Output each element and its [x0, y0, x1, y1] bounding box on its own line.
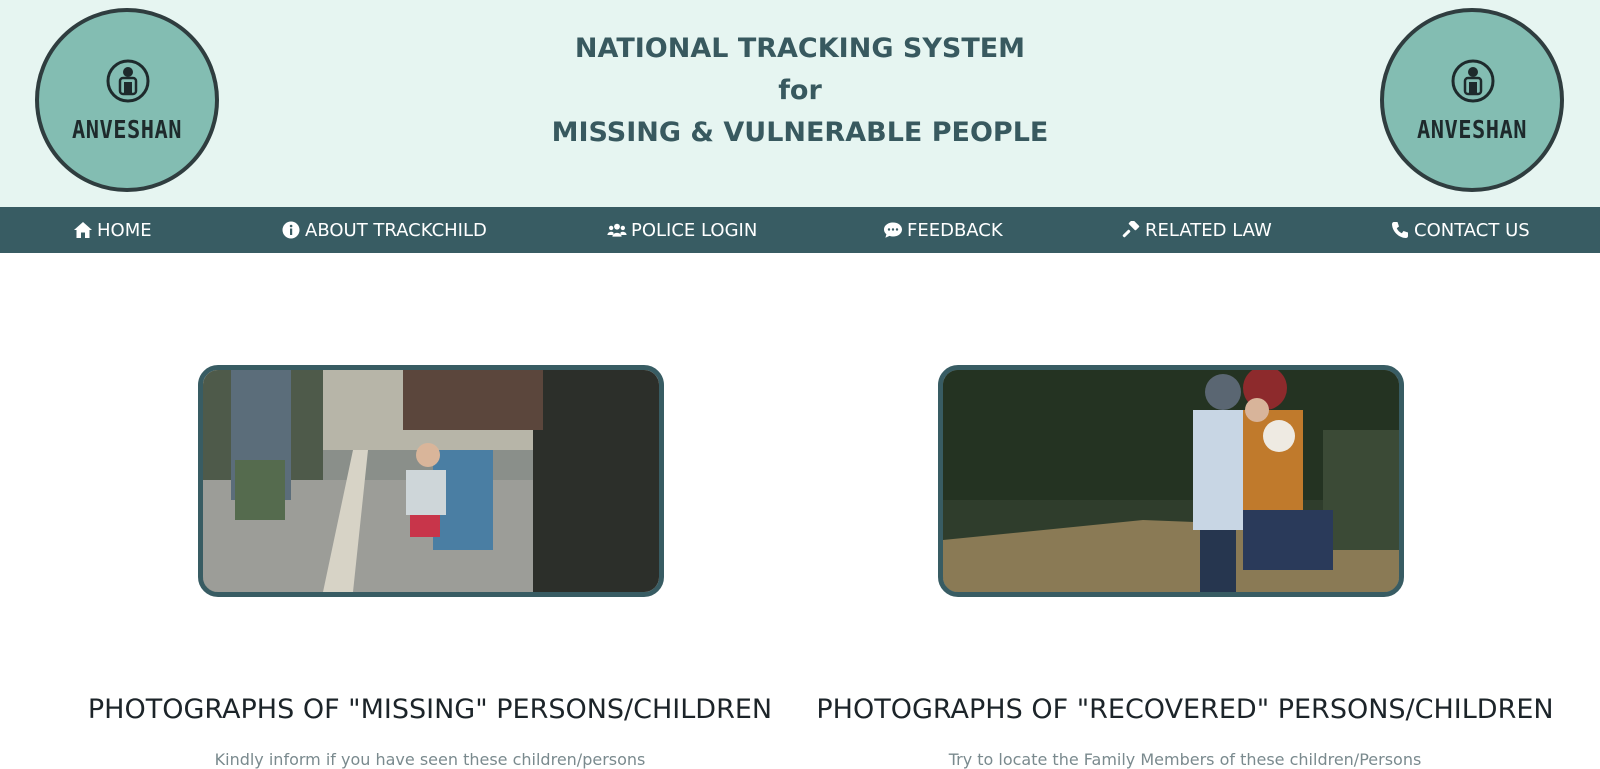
nav-label: ABOUT TRACKCHILD — [305, 219, 487, 241]
anveshan-logo-left[interactable]: ANVESHAN — [35, 8, 219, 192]
recovered-section-subtext: Try to locate the Family Members of thes… — [948, 750, 1422, 769]
crowd-railway-image — [203, 370, 659, 592]
phone-icon — [1392, 222, 1408, 238]
nav-label: CONTACT US — [1414, 219, 1530, 241]
users-icon — [607, 223, 627, 237]
recovered-section-heading: PHOTOGRAPHS OF "RECOVERED" PERSONS/CHILD… — [816, 694, 1554, 725]
site-title-line-3: MISSING & VULNERABLE PEOPLE — [551, 117, 1049, 148]
nav-label: HOME — [97, 219, 152, 241]
site-header: ANVESHAN NATIONAL TRACKING SYSTEM for MI… — [0, 0, 1600, 207]
nav-label: RELATED LAW — [1145, 219, 1272, 241]
nav-about-trackchild[interactable]: ABOUT TRACKCHILD — [281, 207, 487, 253]
nav-related-law[interactable]: RELATED LAW — [1121, 207, 1272, 253]
child-emblem-icon — [1451, 59, 1495, 103]
comment-icon — [884, 222, 902, 238]
recovered-persons-photo[interactable] — [938, 365, 1404, 597]
child-emblem-icon — [106, 59, 150, 103]
nav-feedback[interactable]: FEEDBACK — [883, 207, 1003, 253]
gavel-icon — [1122, 221, 1140, 238]
nav-label: POLICE LOGIN — [631, 219, 758, 241]
nav-police-login[interactable]: POLICE LOGIN — [607, 207, 757, 253]
missing-section-subtext: Kindly inform if you have seen these chi… — [214, 750, 646, 769]
home-icon — [74, 222, 92, 238]
logo-text: ANVESHAN — [1417, 116, 1527, 145]
site-title-line-2: for — [778, 75, 822, 106]
nav-label: FEEDBACK — [907, 219, 1003, 241]
site-title-line-1: NATIONAL TRACKING SYSTEM — [574, 33, 1026, 64]
logo-text: ANVESHAN — [72, 116, 182, 145]
nav-home[interactable]: HOME — [73, 207, 152, 253]
anveshan-logo-right[interactable]: ANVESHAN — [1380, 8, 1564, 192]
nav-contact-us[interactable]: CONTACT US — [1390, 207, 1530, 253]
info-icon — [282, 221, 300, 239]
missing-persons-photo[interactable] — [198, 365, 664, 597]
site-title: NATIONAL TRACKING SYSTEM for MISSING & V… — [400, 28, 1200, 154]
family-reunion-image — [943, 370, 1399, 592]
missing-section-heading: PHOTOGRAPHS OF "MISSING" PERSONS/CHILDRE… — [87, 694, 773, 725]
main-nav: HOME ABOUT TRACKCHILD POLICE LOGIN FEEDB… — [0, 207, 1600, 253]
